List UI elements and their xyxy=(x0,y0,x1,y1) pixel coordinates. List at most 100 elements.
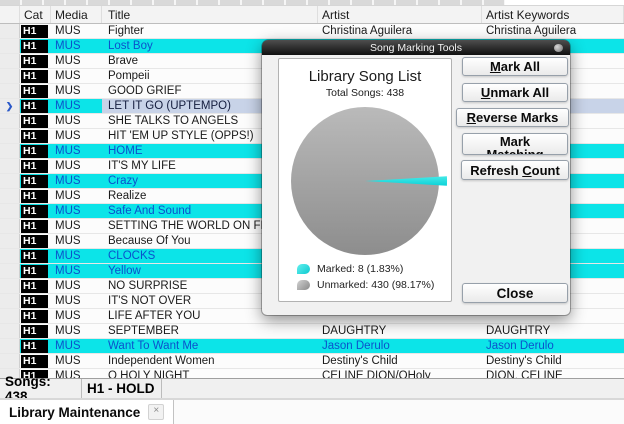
refresh-count-button[interactable]: Refresh Count xyxy=(461,160,569,180)
refresh-count-pre: Refresh xyxy=(470,163,522,178)
row-pointer-icon xyxy=(0,174,20,188)
category-cell: H1 xyxy=(20,144,51,158)
toolbar-sliver xyxy=(0,0,624,5)
toolbar-sliver-ticks xyxy=(0,0,505,5)
row-pointer-icon xyxy=(0,24,20,38)
row-pointer-icon xyxy=(0,219,20,233)
table-header: Cat Media Title Artist Artist Keywords xyxy=(0,5,624,24)
artist-cell: CELINE DION/OHoly xyxy=(318,369,482,378)
category-badge: H1 xyxy=(21,145,48,158)
category-badge: H1 xyxy=(21,130,48,143)
row-pointer-icon xyxy=(0,204,20,218)
artist-keywords-cell: Christina Aguilera xyxy=(482,24,624,38)
tab-library-maintenance[interactable]: Library Maintenance × xyxy=(0,400,174,424)
table-row[interactable]: H1 MUS SEPTEMBER DAUGHTRY DAUGHTRY xyxy=(0,324,624,339)
category-badge: H1 xyxy=(21,55,48,68)
media-cell: MUS xyxy=(51,204,102,218)
library-song-list-panel: Library Song List Total Songs: 438 Ma xyxy=(278,58,452,302)
reverse-marks-rest: everse Marks xyxy=(476,110,558,125)
category-badge: H1 xyxy=(21,325,48,338)
media-cell: MUS xyxy=(51,174,102,188)
marked-songs-pie-chart xyxy=(278,101,452,261)
column-header-title[interactable]: Title xyxy=(102,6,318,23)
category-badge: H1 xyxy=(21,310,48,323)
row-pointer-icon xyxy=(0,69,20,83)
artist-keywords-cell: DION, CELINE xyxy=(482,369,624,378)
unmark-all-button[interactable]: Unmark All xyxy=(462,83,568,102)
media-cell: MUS xyxy=(51,39,102,53)
panel-title: Library Song List xyxy=(309,68,422,85)
table-row[interactable]: H1 MUS O HOLY NIGHT CELINE DION/OHoly DI… xyxy=(0,369,624,378)
song-marking-tools-dialog: Song Marking Tools Library Song List Tot… xyxy=(262,40,570,315)
category-cell: H1 xyxy=(20,354,51,368)
category-badge: H1 xyxy=(21,295,48,308)
media-cell: MUS xyxy=(51,339,102,353)
artist-keywords-cell: Destiny's Child xyxy=(482,354,624,368)
category-cell: H1 xyxy=(20,114,51,128)
category-cell: H1 xyxy=(20,54,51,68)
row-pointer-icon xyxy=(0,309,20,323)
row-pointer-icon xyxy=(0,39,20,53)
reverse-marks-button[interactable]: Reverse Marks xyxy=(456,108,569,127)
media-cell: MUS xyxy=(51,324,102,338)
category-badge: H1 xyxy=(21,250,48,263)
category-cell: H1 xyxy=(20,69,51,83)
title-cell: O HOLY NIGHT xyxy=(102,369,318,378)
category-cell: H1 xyxy=(20,84,51,98)
media-cell: MUS xyxy=(51,219,102,233)
media-cell: MUS xyxy=(51,24,102,38)
category-cell: H1 xyxy=(20,39,51,53)
category-badge: H1 xyxy=(21,40,48,53)
category-cell: H1 xyxy=(20,264,51,278)
legend-item-unmarked: Unmarked: 430 (98.17%) xyxy=(297,279,434,291)
media-cell: MUS xyxy=(51,84,102,98)
legend-unmarked-label: Unmarked: 430 (98.17%) xyxy=(317,279,434,291)
category-badge: H1 xyxy=(21,340,48,353)
row-pointer-icon xyxy=(0,354,20,368)
title-cell: Fighter xyxy=(102,24,318,38)
media-cell: MUS xyxy=(51,279,102,293)
mark-matching-button[interactable]: Mark Matching xyxy=(462,133,568,155)
column-header-cat[interactable]: Cat xyxy=(20,6,51,23)
media-cell: MUS xyxy=(51,114,102,128)
column-header-media[interactable]: Media xyxy=(51,6,102,23)
total-songs-label: Total Songs: 438 xyxy=(326,87,404,99)
mark-all-button[interactable]: Mark All xyxy=(462,57,568,76)
row-pointer-icon xyxy=(0,339,20,353)
category-cell: H1 xyxy=(20,174,51,188)
row-pointer-icon xyxy=(0,294,20,308)
unmark-all-mnemonic: U xyxy=(481,85,490,100)
row-pointer-icon xyxy=(0,249,20,263)
app-window: Cat Media Title Artist Artist Keywords H… xyxy=(0,0,624,424)
table-row[interactable]: H1 MUS Fighter Christina Aguilera Christ… xyxy=(0,24,624,39)
category-cell: H1 xyxy=(20,324,51,338)
bottom-tab-bar: Library Maintenance × xyxy=(0,398,624,424)
table-row[interactable]: H1 MUS Want To Want Me Jason Derulo Jaso… xyxy=(0,339,624,354)
category-cell: H1 xyxy=(20,339,51,353)
tab-close-icon[interactable]: × xyxy=(148,404,164,420)
mark-all-rest: ark All xyxy=(501,59,540,74)
artist-cell: Jason Derulo xyxy=(318,339,482,353)
row-pointer-icon: ❯ xyxy=(0,99,20,113)
close-button[interactable]: Close xyxy=(462,283,568,303)
row-pointer-icon xyxy=(0,129,20,143)
category-badge: H1 xyxy=(21,280,48,293)
row-pointer-icon xyxy=(0,189,20,203)
table-row[interactable]: H1 MUS Independent Women Destiny's Child… xyxy=(0,354,624,369)
row-pointer-icon xyxy=(0,54,20,68)
category-badge: H1 xyxy=(21,175,48,188)
title-cell: SEPTEMBER xyxy=(102,324,318,338)
mark-matching-line2: Matching xyxy=(486,149,543,156)
category-badge: H1 xyxy=(21,85,48,98)
category-cell: H1 xyxy=(20,294,51,308)
category-cell: H1 xyxy=(20,309,51,323)
column-header-artist[interactable]: Artist xyxy=(318,6,482,23)
category-badge: H1 xyxy=(21,235,48,248)
media-cell: MUS xyxy=(51,294,102,308)
column-header-artist-keywords[interactable]: Artist Keywords xyxy=(482,6,624,23)
dialog-pin-icon[interactable] xyxy=(554,44,563,52)
category-cell: H1 xyxy=(20,129,51,143)
dialog-titlebar[interactable]: Song Marking Tools xyxy=(262,40,570,55)
song-count-status: Songs: 438 xyxy=(0,379,82,398)
category-cell: H1 xyxy=(20,159,51,173)
